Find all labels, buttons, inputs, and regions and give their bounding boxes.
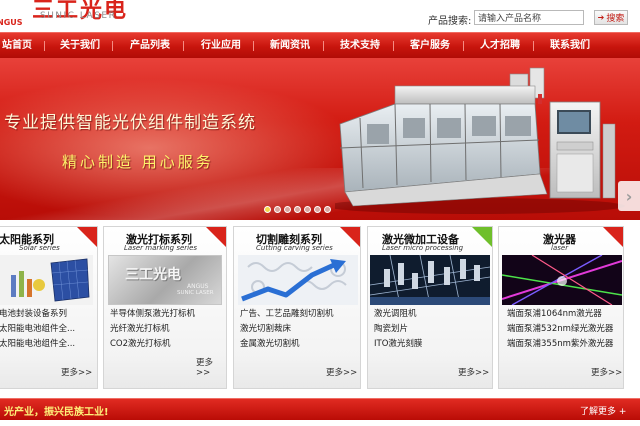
footer-slogan: 光产业，振兴民族工业! — [4, 407, 109, 418]
list-item[interactable]: CO2激光打标机 — [110, 337, 195, 352]
more-link[interactable]: 更多>> — [326, 366, 357, 378]
cutting-sample-image — [238, 255, 358, 305]
list-item[interactable]: 端面泵浦532nm绿光激光器 — [507, 322, 613, 337]
solar-panel-image — [0, 255, 93, 305]
card-subtitle: Solar series — [19, 244, 60, 252]
more-link[interactable]: 更多>> — [61, 366, 92, 378]
list-item[interactable]: 光纤激光打标机 — [110, 322, 195, 337]
nav-divider — [533, 41, 534, 51]
hero-banner[interactable]: 专业提供智能光伏组件制造系统 精心制造 用心服务 › — [0, 58, 640, 220]
card-subtitle: laser — [551, 244, 569, 252]
banner-next-button[interactable]: › — [618, 181, 640, 211]
more-link[interactable]: 更多>> — [458, 366, 489, 378]
product-card-laser-marking[interactable]: 激光打标系列 Laser marking series 三工光电 ANGUS S… — [103, 226, 227, 389]
sample-logo-cn: 三工光电 — [125, 267, 181, 283]
nav-item-about[interactable]: 关于我们 — [60, 33, 100, 59]
chevron-right-icon: › — [625, 186, 633, 206]
card-corner-ribbon — [77, 227, 97, 247]
list-item[interactable]: 半导体侧泵激光打标机 — [110, 307, 195, 322]
nav-divider — [112, 41, 113, 51]
slider-dot[interactable] — [264, 206, 271, 213]
slider-dot[interactable] — [314, 206, 321, 213]
nav-item-home[interactable]: 站首页 — [2, 33, 32, 59]
slider-dot[interactable] — [274, 206, 281, 213]
nav-item-industry[interactable]: 行业应用 — [201, 33, 241, 59]
card-corner-ribbon — [472, 227, 492, 247]
card-item-list: 端面泵浦1064nm激光器 端面泵浦532nm绿光激光器 端面泵浦355nm紫外… — [507, 307, 613, 352]
nav-item-products[interactable]: 产品列表 — [130, 33, 170, 59]
banner-headline: 专业提供智能光伏组件制造系统 — [4, 113, 256, 133]
card-item-list: 广告、工艺品雕刻切割机 激光切割裁床 金属激光切割机 — [240, 307, 334, 352]
nav-divider — [183, 41, 184, 51]
search-label: 产品搜索: — [428, 16, 472, 27]
footer-bar: 光产业，振兴民族工业! 了解更多 + — [0, 398, 640, 420]
nav-divider — [44, 41, 45, 51]
list-item[interactable]: 激光调阻机 — [374, 307, 422, 322]
search-button[interactable]: ➔ 搜索 — [594, 10, 628, 25]
list-item[interactable]: 端面泵浦355nm紫外激光器 — [507, 337, 613, 352]
product-card-solar[interactable]: 太阳能系列 Solar series 电池封装设备系列 太阳能电池组件全... … — [0, 226, 98, 389]
slider-dot[interactable] — [294, 206, 301, 213]
arrow-right-icon: ➔ — [597, 13, 605, 22]
list-item[interactable]: 金属激光切割机 — [240, 337, 334, 352]
list-item[interactable]: 电池封装设备系列 — [0, 307, 75, 322]
card-subtitle: Laser micro processing — [382, 244, 464, 252]
nav-item-news[interactable]: 新闻资讯 — [270, 33, 310, 59]
product-card-laser[interactable]: 激光器 laser 端面泵浦1064nm激光器 端面泵浦532nm绿光激光器 端… — [498, 226, 624, 389]
card-corner-ribbon — [340, 227, 360, 247]
nav-divider — [323, 41, 324, 51]
list-item[interactable]: 端面泵浦1064nm激光器 — [507, 307, 613, 322]
slider-dots — [264, 206, 331, 213]
sample-logo-en: ANGUS — [187, 283, 209, 290]
list-item[interactable]: 陶瓷划片 — [374, 322, 422, 337]
card-corner-ribbon — [206, 227, 226, 247]
nav-divider — [393, 41, 394, 51]
search-input[interactable] — [474, 10, 584, 25]
list-item[interactable]: ITO激光刻膜 — [374, 337, 422, 352]
laser-beams-image — [502, 255, 622, 305]
product-card-cutting[interactable]: 切割雕刻系列 Cutting carving series 广告、工艺品雕刻切割… — [233, 226, 361, 389]
list-item[interactable]: 激光切割裁床 — [240, 322, 334, 337]
nav-item-service[interactable]: 客户服务 — [410, 33, 450, 59]
logo-brand-text: NGUS — [0, 18, 23, 27]
logo-english: SUNIC LASER — [40, 11, 117, 21]
nav-divider — [253, 41, 254, 51]
slider-dot[interactable] — [324, 206, 331, 213]
card-item-list: 电池封装设备系列 太阳能电池组件全... 太阳能电池组件全... — [0, 307, 75, 352]
micro-processing-image — [370, 255, 490, 305]
list-item[interactable]: 太阳能电池组件全... — [0, 322, 75, 337]
product-categories: 太阳能系列 Solar series 电池封装设备系列 太阳能电池组件全... … — [0, 226, 640, 392]
nav-item-support[interactable]: 技术支持 — [340, 33, 380, 59]
site-header: 三工光电 NGUS SUNIC LASER 产品搜索: ➔ 搜索 — [0, 0, 640, 32]
more-link[interactable]: 更多>> — [591, 366, 622, 378]
nav-item-contact[interactable]: 联系我们 — [550, 33, 590, 59]
nav-item-careers[interactable]: 人才招聘 — [480, 33, 520, 59]
card-subtitle: Cutting carving series — [256, 244, 333, 252]
nav-divider — [463, 41, 464, 51]
card-item-list: 激光调阻机 陶瓷划片 ITO激光刻膜 — [374, 307, 422, 352]
learn-more-link[interactable]: 了解更多 + — [580, 404, 626, 417]
sample-logo-en2: SUNIC LASER — [177, 290, 214, 296]
slider-dot[interactable] — [284, 206, 291, 213]
card-subtitle: Laser marking series — [124, 244, 198, 252]
banner-slogan: 精心制造 用心服务 — [62, 153, 214, 171]
marking-sample-image: 三工光电 ANGUS SUNIC LASER — [108, 255, 222, 305]
production-machine-image — [335, 67, 625, 214]
search-button-label: 搜索 — [606, 14, 625, 24]
list-item[interactable]: 太阳能电池组件全... — [0, 337, 75, 352]
more-link[interactable]: 更多>> — [196, 356, 226, 378]
product-card-micro-processing[interactable]: 激光微加工设备 Laser micro processing 激光调阻机 陶瓷划… — [367, 226, 493, 389]
list-item[interactable]: 广告、工艺品雕刻切割机 — [240, 307, 334, 322]
card-item-list: 半导体侧泵激光打标机 光纤激光打标机 CO2激光打标机 — [110, 307, 195, 352]
card-corner-ribbon — [603, 227, 623, 247]
main-nav: 站首页 关于我们 产品列表 行业应用 新闻资讯 技术支持 客户服务 人才招聘 联… — [0, 32, 640, 58]
slider-dot[interactable] — [304, 206, 311, 213]
